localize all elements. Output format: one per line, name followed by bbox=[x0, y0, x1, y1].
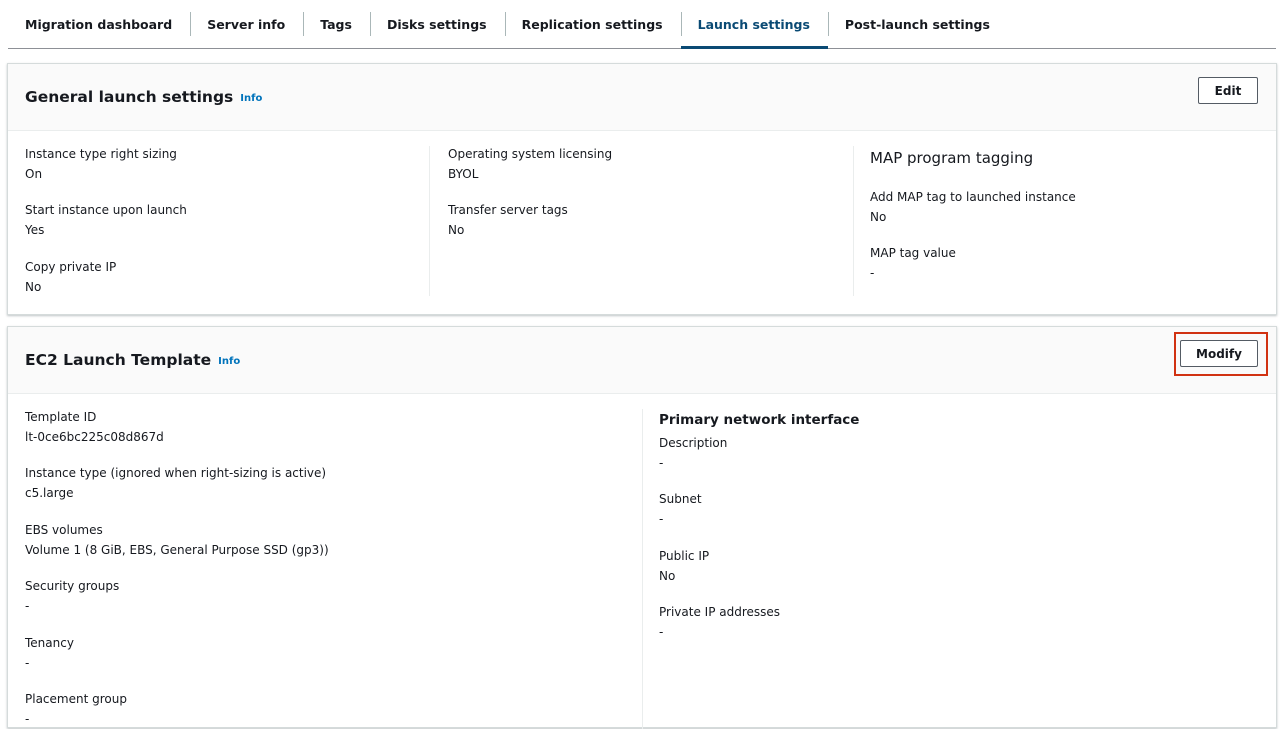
field-value: No bbox=[448, 223, 465, 237]
column-divider bbox=[642, 409, 643, 729]
field-value: No bbox=[25, 280, 42, 294]
field-label: Placement group bbox=[25, 692, 127, 706]
primary-network-interface-heading: Primary network interface bbox=[659, 412, 860, 428]
field-label: Template ID bbox=[25, 410, 97, 424]
field-label: Copy private IP bbox=[25, 260, 117, 274]
transfer-server-tags-field: Transfer server tags No bbox=[448, 202, 568, 238]
column-divider bbox=[429, 146, 430, 296]
field-value: - bbox=[870, 266, 875, 280]
general-info-link[interactable]: Info bbox=[240, 93, 262, 104]
instance-type-field: Instance type (ignored when right-sizing… bbox=[25, 465, 326, 501]
field-value: lt-0ce6bc225c08d867d bbox=[25, 430, 164, 444]
tab-server-info[interactable]: Server info bbox=[190, 0, 303, 48]
field-value: No bbox=[870, 210, 887, 224]
field-value: - bbox=[25, 712, 30, 726]
field-value: BYOL bbox=[448, 167, 479, 181]
tab-replication-settings[interactable]: Replication settings bbox=[504, 0, 681, 48]
field-label: EBS volumes bbox=[25, 523, 103, 537]
ec2-launch-template-header: EC2 Launch Template Info Modify bbox=[8, 327, 1276, 394]
field-value: Yes bbox=[25, 223, 45, 237]
tab-launch-settings[interactable]: Launch settings bbox=[680, 0, 829, 49]
field-label: MAP tag value bbox=[870, 246, 956, 260]
field-value: - bbox=[25, 599, 30, 613]
general-launch-settings-title-row: General launch settings Info bbox=[25, 88, 262, 106]
tab-migration-dashboard[interactable]: Migration dashboard bbox=[8, 0, 190, 48]
description-field: Description - bbox=[659, 435, 727, 471]
field-value: - bbox=[659, 456, 664, 470]
field-label: Subnet bbox=[659, 492, 702, 506]
ec2-launch-template-panel: EC2 Launch Template Info Modify Template … bbox=[7, 326, 1277, 729]
tab-post-launch-settings[interactable]: Post-launch settings bbox=[827, 0, 1008, 48]
field-label: Instance type (ignored when right-sizing… bbox=[25, 466, 327, 480]
ec2-launch-template-title-row: EC2 Launch Template Info bbox=[25, 351, 240, 369]
modify-button[interactable]: Modify bbox=[1180, 340, 1258, 367]
field-label: Public IP bbox=[659, 549, 710, 563]
field-value: On bbox=[25, 167, 43, 181]
private-ip-addresses-field: Private IP addresses - bbox=[659, 604, 780, 640]
copy-private-ip-field: Copy private IP No bbox=[25, 259, 116, 295]
add-map-tag-field: Add MAP tag to launched instance No bbox=[870, 189, 1076, 225]
field-label: Instance type right sizing bbox=[25, 147, 177, 161]
field-value: - bbox=[659, 512, 664, 526]
edit-button[interactable]: Edit bbox=[1198, 77, 1258, 104]
map-program-tagging-heading: MAP program tagging bbox=[870, 149, 1034, 167]
general-launch-settings-title: General launch settings bbox=[25, 88, 234, 106]
tab-disks-settings[interactable]: Disks settings bbox=[369, 0, 505, 48]
ec2-launch-template-title: EC2 Launch Template bbox=[25, 351, 212, 369]
column-divider bbox=[853, 146, 854, 296]
start-instance-upon-launch-field: Start instance upon launch Yes bbox=[25, 202, 187, 238]
field-label: Description bbox=[659, 436, 728, 450]
tenancy-field: Tenancy - bbox=[25, 635, 74, 671]
field-label: Transfer server tags bbox=[448, 203, 568, 217]
map-tag-value-field: MAP tag value - bbox=[870, 245, 956, 281]
ebs-volumes-field: EBS volumes Volume 1 (8 GiB, EBS, Genera… bbox=[25, 522, 329, 558]
public-ip-field: Public IP No bbox=[659, 548, 709, 584]
general-launch-settings-panel: General launch settings Info Edit Instanc… bbox=[7, 63, 1277, 315]
field-value: - bbox=[25, 656, 30, 670]
operating-system-licensing-field: Operating system licensing BYOL bbox=[448, 146, 612, 182]
general-launch-settings-header: General launch settings Info Edit bbox=[8, 64, 1276, 131]
field-value: No bbox=[659, 569, 676, 583]
subnet-field: Subnet - bbox=[659, 491, 702, 527]
field-label: Tenancy bbox=[25, 636, 74, 650]
field-label: Security groups bbox=[25, 579, 120, 593]
field-value: c5.large bbox=[25, 486, 74, 500]
field-label: Start instance upon launch bbox=[25, 203, 187, 217]
field-value: Volume 1 (8 GiB, EBS, General Purpose SS… bbox=[25, 543, 329, 557]
tab-tags[interactable]: Tags bbox=[303, 0, 370, 48]
field-label: Add MAP tag to launched instance bbox=[870, 190, 1076, 204]
ec2-info-link[interactable]: Info bbox=[218, 356, 240, 367]
field-value: - bbox=[659, 625, 664, 639]
settings-tabs: Migration dashboard Server info Tags Dis… bbox=[8, 0, 1276, 49]
template-id-field: Template ID lt-0ce6bc225c08d867d bbox=[25, 409, 164, 445]
placement-group-field: Placement group - bbox=[25, 691, 127, 727]
instance-type-right-sizing-field: Instance type right sizing On bbox=[25, 146, 177, 182]
security-groups-field: Security groups - bbox=[25, 578, 119, 614]
field-label: Operating system licensing bbox=[448, 147, 613, 161]
field-label: Private IP addresses bbox=[659, 605, 781, 619]
